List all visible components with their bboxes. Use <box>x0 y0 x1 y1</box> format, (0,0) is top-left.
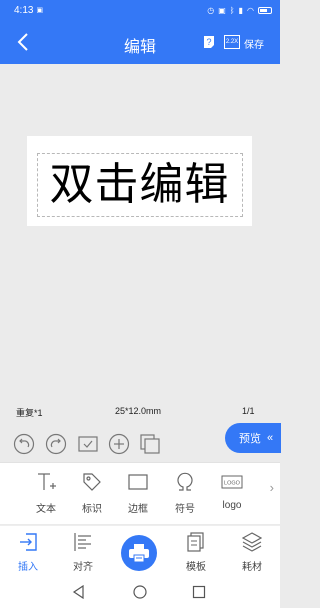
label-size: 25*12.0mm <box>115 406 162 416</box>
system-recents-icon[interactable] <box>192 585 206 599</box>
label-canvas[interactable]: 双击编辑 <box>27 136 252 226</box>
more-tools-arrow[interactable]: › <box>270 480 274 495</box>
tab-insert[interactable]: 插入 <box>8 532 48 573</box>
consumables-icon <box>242 532 262 552</box>
tab-template-label: 模板 <box>186 562 206 573</box>
template-icon <box>187 532 204 552</box>
save-button[interactable]: 保存 <box>244 36 264 51</box>
logo-icon: LOGO <box>221 475 243 489</box>
undo-icon[interactable] <box>13 433 35 455</box>
tab-template[interactable]: 模板 <box>176 532 216 573</box>
status-icons: ◷ ▣ ᛒ ▮ ◠ <box>207 6 272 15</box>
redo-icon[interactable] <box>45 433 67 455</box>
label-text[interactable]: 双击编辑 <box>27 157 252 213</box>
insert-border-button[interactable]: 边框 <box>115 471 161 517</box>
preview-label: 预览 <box>239 433 261 445</box>
signal-icon: ▮ <box>238 5 244 15</box>
insert-border-label: 边框 <box>128 504 148 515</box>
insert-text-button[interactable]: 文本 <box>23 471 69 517</box>
copy-icon[interactable] <box>139 433 161 455</box>
logo-icon-text: LOGO <box>224 481 241 487</box>
nfc-icon: ▣ <box>218 5 226 15</box>
zoom-icon[interactable]: 2.2X <box>224 35 240 49</box>
tab-align[interactable]: 对齐 <box>63 532 103 573</box>
alarm-icon: ◷ <box>207 5 215 15</box>
recording-icon: ▣ <box>36 7 44 14</box>
insert-tag-button[interactable]: 标识 <box>69 471 115 517</box>
insert-tag-label: 标识 <box>82 504 102 515</box>
tab-consumables[interactable]: 耗材 <box>232 532 272 573</box>
system-nav-bar <box>0 575 280 608</box>
help-icon[interactable]: ? <box>202 35 216 49</box>
symbol-icon <box>177 472 193 491</box>
insert-panel: 文本 标识 边框 符号 LOGO logo <box>0 462 280 524</box>
status-bar: 4:13 ▣ ◷ ▣ ᛒ ▮ ◠ <box>0 0 280 20</box>
text-icon <box>38 473 56 490</box>
insert-symbol-button[interactable]: 符号 <box>162 471 208 517</box>
chevrons-left-icon: « <box>267 432 274 444</box>
printer-icon <box>129 544 149 563</box>
preview-button[interactable]: 预览 « <box>225 423 281 453</box>
add-icon[interactable] <box>108 433 130 455</box>
wifi-icon: ◠ <box>247 5 254 15</box>
system-home-icon[interactable] <box>133 585 147 599</box>
system-back-icon[interactable] <box>72 585 86 599</box>
insert-symbol-label: 符号 <box>175 504 195 515</box>
repeat-count: 重复*1 <box>16 408 43 418</box>
checkbox-icon[interactable] <box>77 433 99 455</box>
insert-icon <box>20 533 37 551</box>
align-icon <box>74 533 91 551</box>
svg-text:?: ? <box>206 37 211 47</box>
battery-icon <box>258 6 272 14</box>
tab-align-label: 对齐 <box>73 562 93 573</box>
border-icon <box>128 474 148 490</box>
tab-consumables-label: 耗材 <box>242 562 262 573</box>
status-time: 4:13 <box>14 4 34 16</box>
print-button[interactable] <box>121 535 157 571</box>
insert-logo-label: logo <box>222 500 242 511</box>
bluetooth-icon: ᛒ <box>229 5 235 15</box>
tag-icon <box>83 473 101 491</box>
insert-logo-button[interactable]: LOGO logo <box>209 471 255 517</box>
insert-text-label: 文本 <box>36 504 56 515</box>
header-bar: 编辑 ? 2.2X 保存 <box>0 20 280 64</box>
page-indicator: 1/1 <box>242 406 255 416</box>
tab-insert-label: 插入 <box>18 562 38 573</box>
